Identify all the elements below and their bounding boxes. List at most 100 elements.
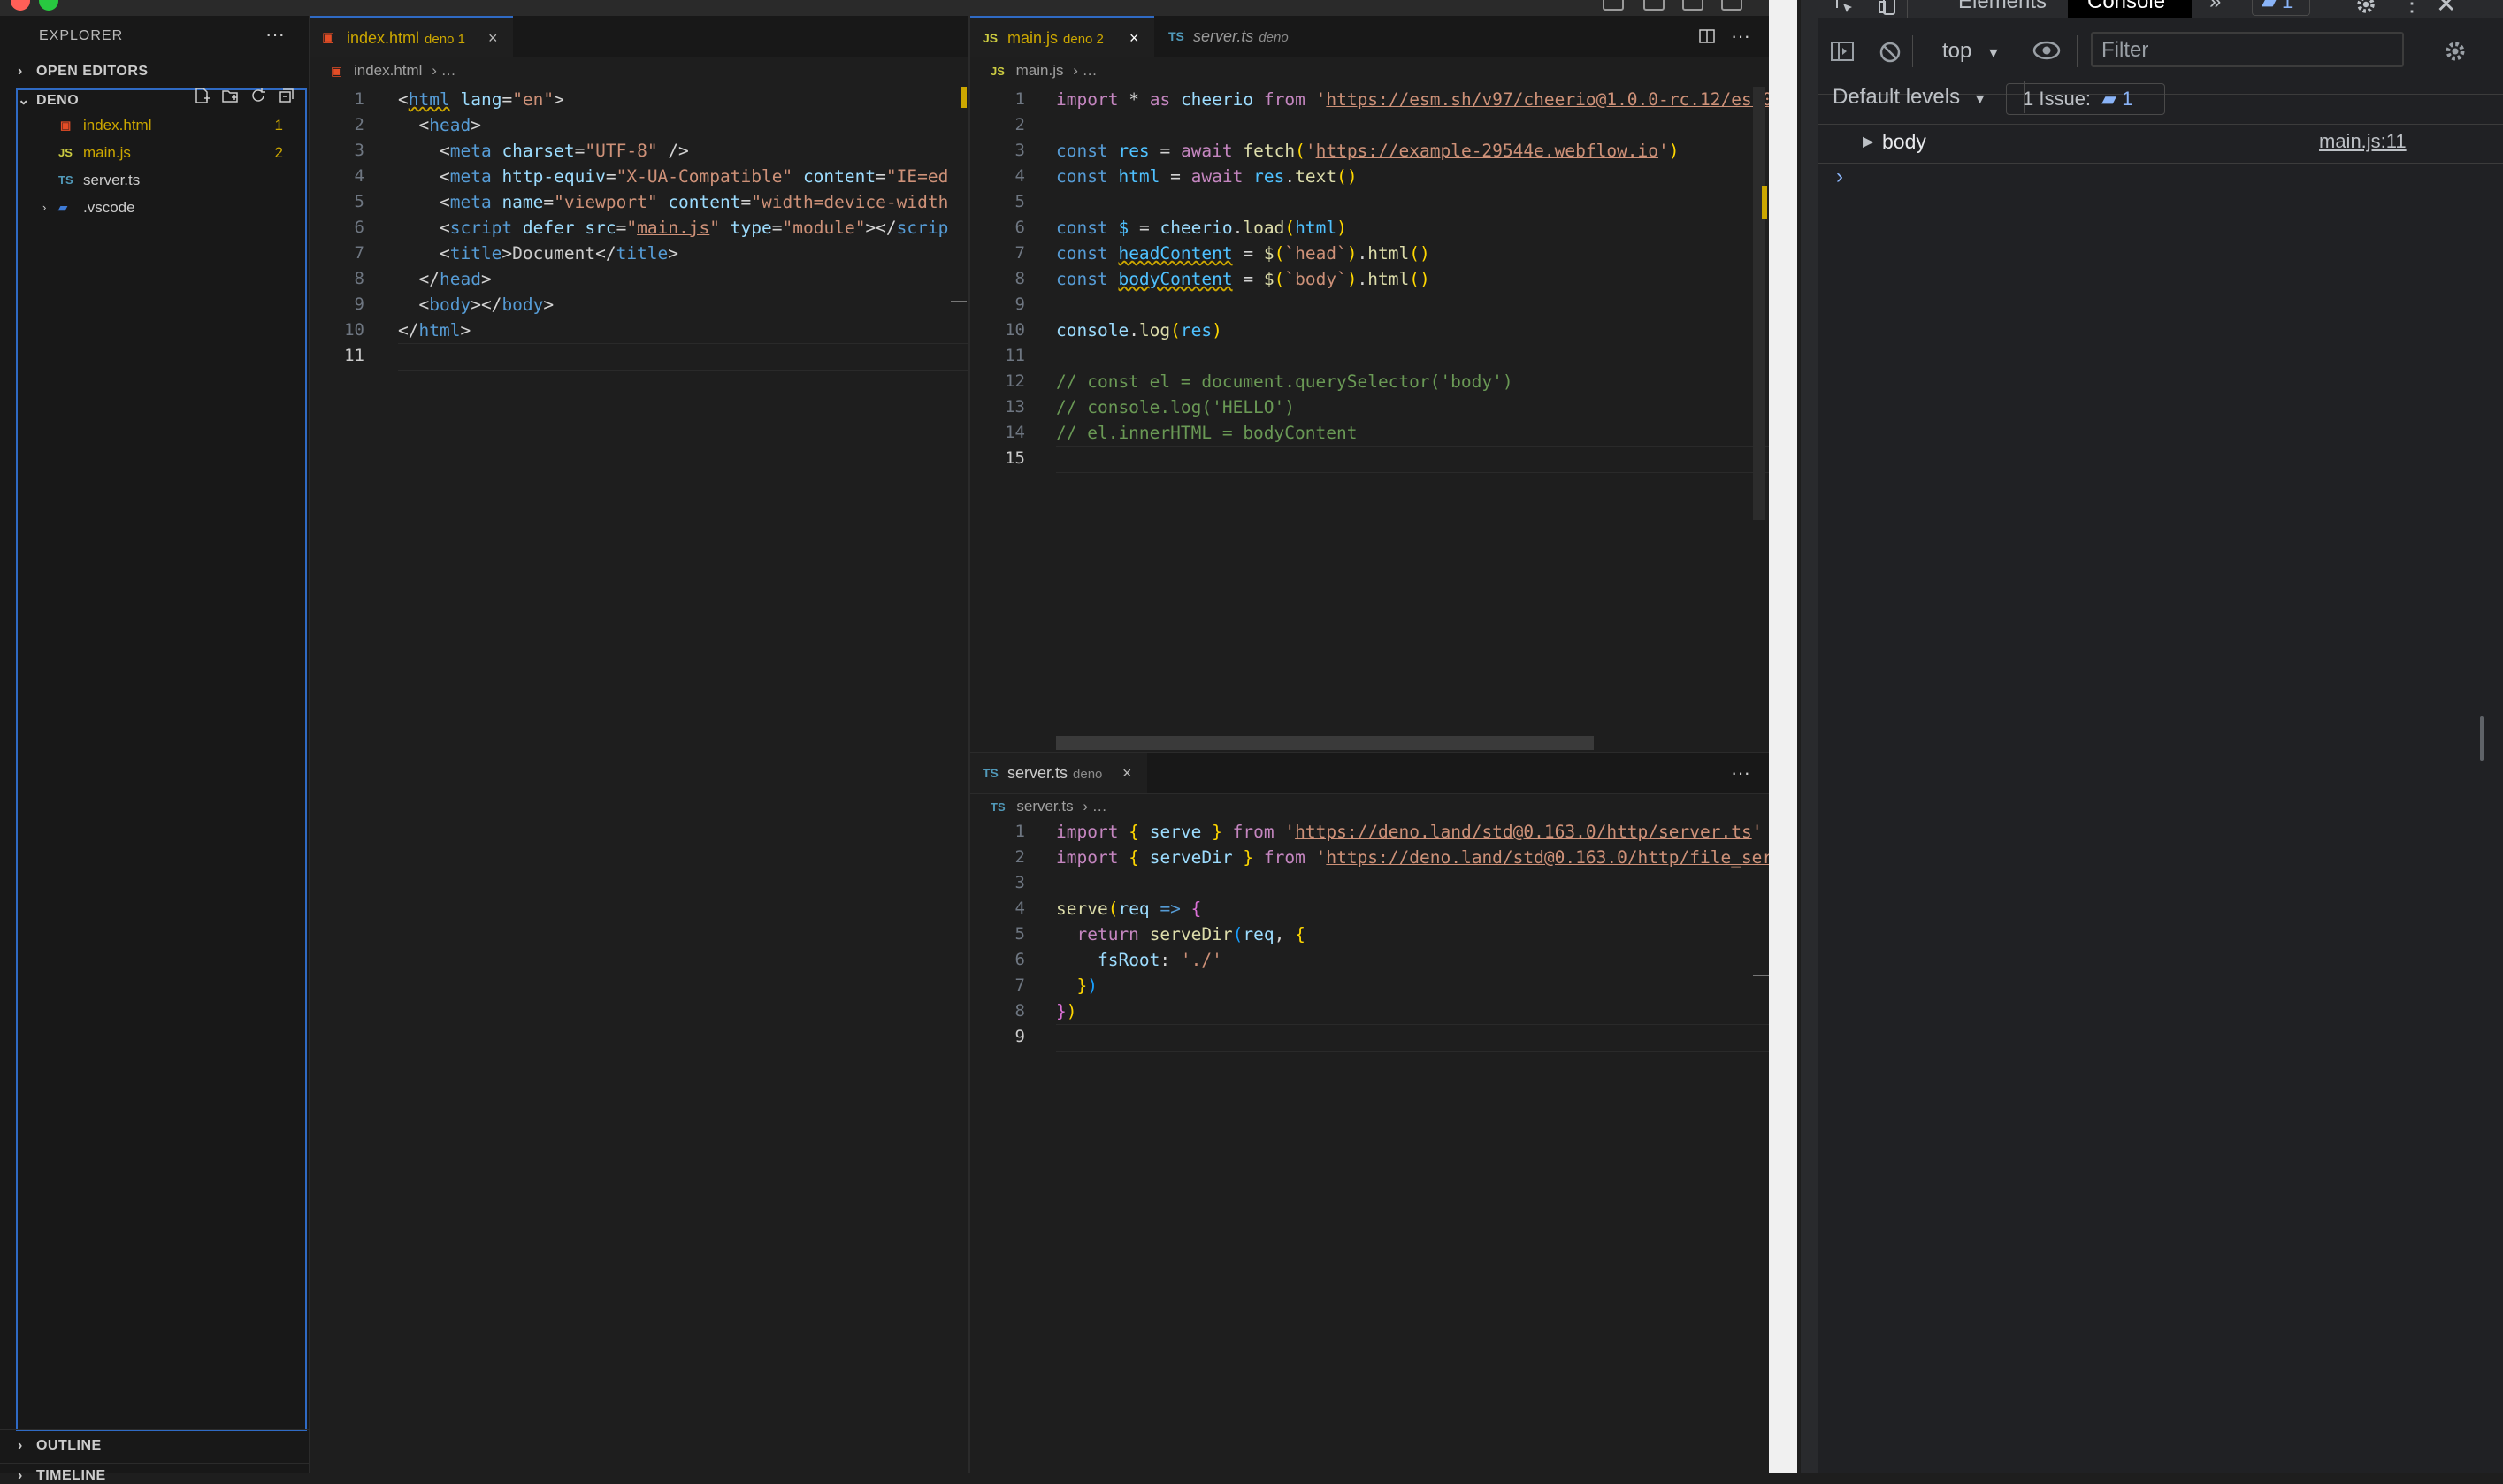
log-levels-dropdown[interactable]: Default levels ▼: [1833, 85, 1987, 110]
outline-section[interactable]: › OUTLINE: [18, 1438, 102, 1454]
device-toolbar-icon[interactable]: [1877, 0, 1898, 16]
console-message[interactable]: ▶ body main.js:11: [1818, 124, 2503, 164]
breadcrumb-file[interactable]: main.js: [1016, 62, 1064, 79]
breadcrumb-file[interactable]: index.html: [354, 62, 422, 79]
message-icon: ▰: [2101, 88, 2117, 110]
devtools-resize-handle[interactable]: [1801, 0, 1818, 1473]
vertical-scrollbar[interactable]: [1753, 87, 1765, 520]
left-editor-tabbar: ▣ index.htmldeno 1 × ···: [310, 16, 1258, 57]
index-html-editor[interactable]: 1 2 3 4 5 6 7 8 9 10 11 <html lang="en"> <head> <m…: [310, 87, 968, 1473]
folder-item-vscode[interactable]: › ▰ .vscode: [18, 195, 301, 221]
file-item-server-ts[interactable]: TS server.ts: [18, 167, 301, 194]
divider: [0, 1463, 309, 1464]
levels-label: Default levels: [1833, 85, 1961, 109]
explorer-more-button[interactable]: ···: [265, 23, 285, 46]
chevron-right-icon: ›: [18, 1468, 23, 1483]
server-ts-editor[interactable]: 123456789 import { serve } from 'https:/…: [970, 819, 1769, 1473]
line-numbers: 1 2 3 4 5 6 7 8 9 10 11 12 13 14 15: [1005, 89, 1025, 468]
tab-description: deno: [1073, 767, 1103, 782]
overview-ruler-cursor: [951, 301, 967, 302]
tab-description: deno: [1259, 30, 1289, 45]
tab-label: server.ts: [1007, 764, 1068, 782]
breadcrumb: ▣ index.html › …: [331, 62, 456, 80]
refresh-icon[interactable]: [249, 87, 267, 104]
issues-count: 1: [2282, 0, 2293, 12]
message-icon: ▰: [2262, 0, 2277, 12]
collapse-all-icon[interactable]: [278, 87, 295, 104]
issue-count: 1: [2122, 88, 2133, 110]
toggle-secondary-sidebar-icon[interactable]: [1682, 0, 1703, 11]
problem-count-badge: 2: [274, 144, 283, 161]
issues-label: 1 Issue:: [2023, 88, 2092, 110]
customize-menu-icon[interactable]: ⋮: [2400, 0, 2423, 17]
file-name: main.js: [83, 144, 131, 161]
editor-more-button[interactable]: ···: [1731, 16, 1750, 57]
tab-console[interactable]: Console: [2087, 0, 2165, 14]
html-file-icon: ▣: [322, 30, 335, 45]
tab-server-ts[interactable]: TS server.ts deno: [1156, 16, 1315, 57]
dropdown-arrow-icon: ▼: [1986, 46, 2001, 61]
close-tab-icon[interactable]: ×: [1129, 18, 1139, 58]
issues-button[interactable]: 1 Issue: ▰ 1: [2006, 83, 2165, 115]
project-section[interactable]: ⌄ DENO: [18, 91, 79, 109]
main-js-editor[interactable]: 1 2 3 4 5 6 7 8 9 10 11 12 13 14 15 import * as cheeri…: [970, 87, 1769, 752]
show-sidebar-icon[interactable]: [1831, 41, 1854, 62]
panel-resize-grip[interactable]: [2480, 716, 2484, 761]
bottom-editor-tabbar: TS server.ts deno × ···: [970, 753, 1769, 794]
breadcrumb-file[interactable]: server.ts: [1016, 798, 1073, 815]
breadcrumb-symbol[interactable]: …: [1092, 798, 1107, 815]
live-expression-eye-icon[interactable]: [2032, 41, 2061, 60]
expand-triangle-icon[interactable]: ▶: [1863, 133, 1873, 150]
breadcrumb-symbol[interactable]: …: [1083, 62, 1098, 79]
divider: [2077, 35, 2078, 67]
close-tab-icon[interactable]: ×: [1122, 753, 1132, 793]
tab-main-js[interactable]: JS main.js deno 2 ×: [970, 16, 1154, 57]
split-editor-icon[interactable]: [1698, 27, 1716, 45]
file-item-main-js[interactable]: JS main.js 2: [18, 140, 301, 166]
zoom-window-button[interactable]: [39, 0, 58, 11]
toggle-panel-icon[interactable]: [1643, 0, 1665, 11]
timeline-section[interactable]: › TIMELINE: [18, 1468, 106, 1484]
console-settings-gear-icon[interactable]: [2443, 39, 2468, 64]
more-tabs-icon[interactable]: »: [2209, 0, 2221, 14]
close-window-button[interactable]: [11, 0, 30, 11]
devtools-panel: Elements Console » ▰ 1 ⋮ ✕ top ▼ Filter …: [1818, 0, 2503, 1473]
new-file-icon[interactable]: [193, 87, 210, 104]
context-selector[interactable]: top ▼: [1942, 39, 2001, 64]
outline-label: OUTLINE: [35, 1438, 102, 1453]
title-bar: [0, 0, 1769, 16]
problem-count-badge: 1: [274, 117, 283, 134]
js-file-icon: JS: [991, 65, 1005, 78]
tab-index-html[interactable]: ▣ index.html deno 1 ×: [310, 16, 513, 57]
current-line-highlight: [1056, 1024, 1769, 1052]
tab-server-ts-active[interactable]: TS server.ts deno ×: [970, 753, 1147, 793]
line-numbers: 123456789: [1014, 822, 1025, 1046]
file-name: server.ts: [83, 172, 141, 188]
js-file-icon: JS: [58, 146, 73, 159]
chevron-down-icon: ⌄: [18, 93, 30, 108]
filter-input[interactable]: Filter: [2091, 32, 2404, 67]
html-file-icon: ▣: [331, 64, 343, 78]
close-devtools-icon[interactable]: ✕: [2436, 0, 2456, 19]
toggle-sidebar-icon[interactable]: [1603, 0, 1624, 11]
log-source-link[interactable]: main.js:11: [2319, 130, 2407, 153]
current-line-highlight: [398, 343, 968, 371]
divider: [0, 1429, 309, 1430]
new-folder-icon[interactable]: [221, 87, 239, 104]
editor-more-button[interactable]: ···: [1731, 753, 1750, 793]
settings-gear-icon[interactable]: [2354, 0, 2377, 16]
console-prompt-icon[interactable]: ›: [1836, 164, 1843, 189]
horizontal-scrollbar[interactable]: [1056, 736, 1594, 750]
file-item-index-html[interactable]: ▣ index.html 1: [18, 112, 301, 139]
filter-placeholder: Filter: [2101, 38, 2149, 62]
tab-description: deno 1: [425, 32, 465, 47]
close-tab-icon[interactable]: ×: [488, 18, 498, 58]
breadcrumb-symbol[interactable]: …: [441, 62, 456, 79]
inspect-element-icon[interactable]: [1834, 0, 1856, 16]
customize-layout-icon[interactable]: [1721, 0, 1742, 11]
tab-elements[interactable]: Elements: [1958, 0, 2047, 14]
issues-counter-button[interactable]: ▰ 1: [2252, 0, 2310, 16]
open-editors-section[interactable]: › OPEN EDITORS: [18, 64, 149, 80]
clear-console-icon[interactable]: [1879, 41, 1902, 64]
ts-file-icon: TS: [1168, 29, 1184, 43]
